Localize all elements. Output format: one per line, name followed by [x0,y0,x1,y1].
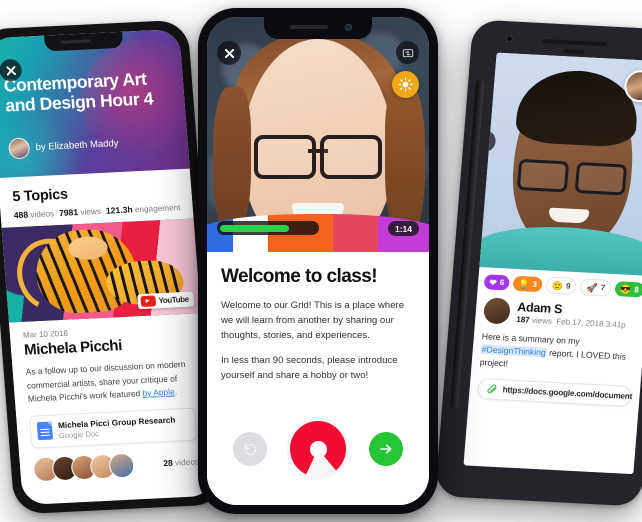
video-frame[interactable] [479,52,642,276]
youtube-play-icon [140,295,156,308]
reaction-count: 3 [532,279,538,289]
camera-flip-icon[interactable] [396,41,419,64]
eyeglasses-icon [517,159,627,190]
reaction-count: 8 [633,285,640,295]
left-phone-screen: Contemporary Art and Design Hour 4 by El… [0,28,215,506]
apple-link[interactable]: by Apple [142,387,175,399]
videos-label: videos [30,209,55,220]
prompt-paragraph-2: In less than 90 seconds, please introduc… [221,355,398,381]
record-ring [290,421,346,477]
eyeglasses-icon [254,135,382,179]
stats-row: 488 videos 7981 views 121.3h engagement [13,202,180,220]
close-icon[interactable] [479,129,497,153]
paperclip-icon [487,384,497,394]
topics-heading: 5 Topics [11,186,69,206]
earpiece-speaker [290,25,328,29]
undo-icon[interactable] [233,432,267,466]
post-body-tail: . [174,386,178,397]
reaction-count: 6 [499,278,505,288]
footer-videos-count: 28 [162,457,174,469]
earpiece-speaker-secondary [563,49,585,55]
record-button[interactable] [287,418,349,480]
camera-preview[interactable]: 1:14 [207,17,429,252]
front-camera-icon [505,35,514,43]
person-hair-left [213,87,251,237]
videos-count: 488 [13,209,29,221]
views-label: views [80,206,102,217]
link-url: https://docs.google.com/document [502,385,633,402]
sunglasses-face-icon: 😎 [619,283,632,295]
views-count: 7981 [58,207,79,218]
center-phone-screen: 1:14 Welcome to class! Welcome to our Gr… [207,17,429,505]
sun-icon[interactable] [392,71,419,98]
left-hero-header: Contemporary Art and Design Hour 4 by El… [0,28,190,178]
footer-videos-label: videos [174,456,200,468]
right-phone-screen: ❤ 6 💡 3 🙂 9 🚀 7 😎 8 Adam S 187 views Feb… [463,52,642,475]
screenshot-stage: Contemporary Art and Design Hour 4 by El… [0,0,642,522]
reaction-rocket[interactable]: 🚀 7 [579,278,612,297]
lightbulb-icon: 💡 [517,278,530,290]
youtube-label: YouTube [158,294,190,306]
post-caption: Here is a summary on my #DesignThinking … [471,323,642,378]
center-phone-device: 1:14 Welcome to class! Welcome to our Gr… [198,8,438,514]
arrow-right-icon[interactable] [369,432,403,466]
participants-footer: 28 videos [19,439,214,492]
person-shirt [479,222,642,276]
earpiece-speaker [542,39,607,47]
footer-video-count: 28 videos [163,456,200,468]
page-title: Contemporary Art and Design Hour 4 [3,68,154,116]
engagement-count: 121.3h [105,204,134,216]
person-hair [514,67,641,148]
recorder-controls [207,403,429,505]
close-icon[interactable] [217,41,241,65]
reaction-count: 9 [565,281,571,291]
avatar-stack[interactable] [32,452,136,482]
prompt-card: Welcome to class! Welcome to our Grid! T… [207,252,429,383]
google-doc-icon [36,421,54,441]
link-chip[interactable]: https://docs.google.com/document [476,378,633,407]
reaction-sunglasses[interactable]: 😎 8 [614,281,642,298]
heart-icon: ❤ [488,276,498,288]
rocket-icon: 🚀 [586,282,599,293]
avatar[interactable] [482,297,511,325]
recording-timer: 1:14 [387,221,419,236]
right-phone-device: ❤ 6 💡 3 🙂 9 🚀 7 😎 8 Adam S 187 views Feb… [434,19,642,507]
reaction-heart[interactable]: ❤ 6 [483,274,510,291]
person-smile [548,207,590,224]
topic-artwork[interactable]: YouTube [1,218,201,323]
prompt-heading: Welcome to class! [221,266,378,287]
center-phone-notch [264,17,372,39]
avatar [7,137,31,160]
author-name: by Elizabeth Maddy [35,138,119,154]
reaction-thinking[interactable]: 🙂 9 [545,276,578,296]
progress-fill [220,224,290,232]
views-count: 187 [516,314,531,325]
left-content-body: 5 Topics 488 videos 7981 views 121.3h en… [0,168,214,493]
left-phone-device: Contemporary Art and Design Hour 4 by El… [0,19,225,515]
views-label: views [531,315,553,326]
thinking-face-icon: 🙂 [551,280,564,291]
post-body: As a follow up to our discussion on mode… [25,358,194,406]
reaction-lightbulb[interactable]: 💡 3 [512,275,543,293]
prompt-paragraph-1: Welcome to our Grid! This is a place whe… [221,300,405,341]
youtube-badge[interactable]: YouTube [136,291,195,310]
engagement-label: engagement [134,203,181,215]
author-byline: by Elizabeth Maddy [7,133,119,160]
front-camera-icon [345,24,352,31]
avatar [108,452,136,479]
recording-progress-bar [217,221,319,235]
hashtag-link[interactable]: #DesignThinking [480,344,548,358]
reaction-count: 7 [600,283,606,293]
